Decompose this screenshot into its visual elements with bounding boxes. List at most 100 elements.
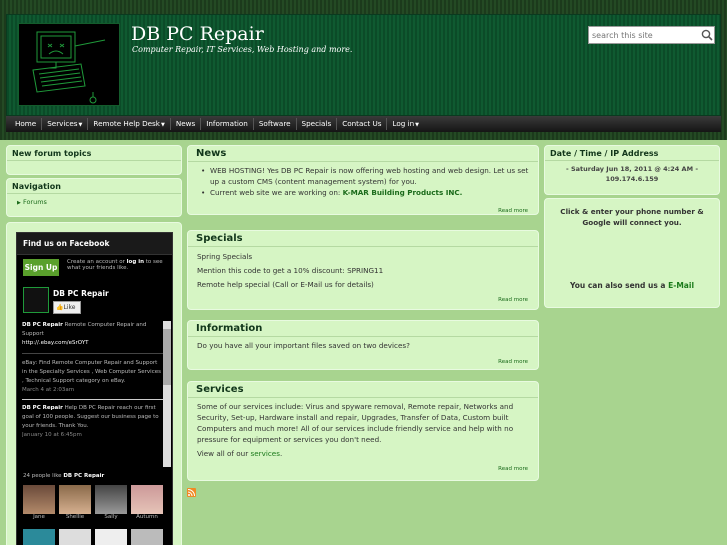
specials-line: Mention this code to get a 10% discount:… xyxy=(197,266,384,275)
news-block: News WEB HOSTING! Yes DB PC Repair is no… xyxy=(187,145,539,215)
specials-title[interactable]: Specials xyxy=(188,231,538,247)
site-title[interactable]: DB PC Repair xyxy=(131,23,264,45)
fan-face[interactable] xyxy=(95,529,127,545)
sad-computer-logo-icon xyxy=(19,24,119,105)
news-item: Current web site we are working on: K-MA… xyxy=(197,187,529,198)
arrow-right-icon: ▶ xyxy=(17,200,21,206)
likes-page-name: DB PC Repair xyxy=(63,473,105,479)
stream-post: eBay: Find Remote Computer Repair and Su… xyxy=(22,359,163,395)
post-text: eBay: Find Remote Computer Repair and Su… xyxy=(22,360,161,384)
facebook-stream-scrollbar[interactable] xyxy=(163,321,171,467)
fan-face[interactable] xyxy=(131,529,163,545)
news-title[interactable]: News xyxy=(188,146,538,162)
nav-label: Software xyxy=(258,119,291,128)
chevron-down-icon: ▼ xyxy=(78,122,83,128)
fan-face[interactable]: Autumn xyxy=(131,485,163,520)
forums-link[interactable]: ▶ Forums xyxy=(7,194,181,206)
nav-label: Information xyxy=(206,119,248,128)
nav-label: Log in xyxy=(392,119,415,128)
search-icon[interactable] xyxy=(700,28,714,42)
rss-icon xyxy=(187,489,195,497)
services-view-all: View all of our services. xyxy=(197,448,529,459)
nav-label: News xyxy=(175,119,196,128)
main-navigation: Home Services▼ Remote Help Desk▼ News In… xyxy=(6,116,721,132)
information-title[interactable]: Information xyxy=(188,321,538,337)
navigation-title: Navigation xyxy=(7,179,181,194)
contact-block: Click & enter your phone number & Google… xyxy=(544,198,720,308)
date-time-line: - Saturday Jun 18, 2011 @ 4:24 AM - xyxy=(565,165,699,173)
ip-address-line: 109.174.6.159 xyxy=(605,175,659,183)
fan-face[interactable]: Shellie xyxy=(59,485,91,520)
signup-text-2: to see xyxy=(145,259,163,265)
services-title[interactable]: Services xyxy=(188,382,538,398)
nav-label: Home xyxy=(15,119,37,128)
date-time-ip-value: - Saturday Jun 18, 2011 @ 4:24 AM - 109.… xyxy=(545,161,719,184)
search-input[interactable] xyxy=(592,28,700,42)
nav-item-remote-help-desk[interactable]: Remote Help Desk▼ xyxy=(88,118,171,130)
facebook-faces-row2 xyxy=(23,529,168,545)
facebook-login-link[interactable]: log in xyxy=(127,259,144,265)
post-link[interactable]: http://.ebay.com/eSrOYT xyxy=(22,340,89,346)
nav-item-news[interactable]: News xyxy=(171,118,202,130)
forum-topics-title: New forum topics xyxy=(7,146,181,161)
fan-face[interactable]: Jane xyxy=(23,485,55,520)
nav-item-home[interactable]: Home xyxy=(10,118,43,130)
rss-feed-icon[interactable] xyxy=(187,488,196,497)
nav-item-services[interactable]: Services▼ xyxy=(42,118,89,130)
fan-face[interactable]: Sally xyxy=(95,485,127,520)
nav-item-log-in[interactable]: Log in▼ xyxy=(387,118,424,130)
nav-item-software[interactable]: Software xyxy=(254,118,297,130)
specials-read-more-link[interactable]: Read more xyxy=(498,297,528,303)
fan-face[interactable] xyxy=(23,529,55,545)
nav-label: Specials xyxy=(301,119,332,128)
nav-item-contact-us[interactable]: Contact Us xyxy=(337,118,388,130)
facebook-page-name[interactable]: DB PC Repair xyxy=(53,289,109,298)
stream-post: DB PC Repair Help DB PC Repair reach our… xyxy=(22,404,163,440)
post-time: March 4 at 2:03am xyxy=(22,387,75,393)
site-logo[interactable] xyxy=(18,23,120,106)
chevron-down-icon: ▼ xyxy=(415,122,420,128)
likes-count-text: 24 people like xyxy=(23,473,62,479)
fan-name: Jane xyxy=(33,514,45,520)
phone-connect-text[interactable]: Click & enter your phone number & Google… xyxy=(545,199,719,235)
facebook-like-button[interactable]: 👍Like xyxy=(53,301,81,314)
fan-name: Sally xyxy=(104,514,118,520)
services-read-more-link[interactable]: Read more xyxy=(498,466,528,472)
specials-line: Spring Specials xyxy=(197,252,253,261)
view-all-period: . xyxy=(279,449,283,458)
information-line: Do you have all your important files sav… xyxy=(197,341,410,350)
email-link[interactable]: E-Mail xyxy=(668,281,694,290)
kmar-link[interactable]: K-MAR Building Products INC. xyxy=(343,188,463,197)
forum-topics-block: New forum topics xyxy=(6,145,182,175)
nav-item-information[interactable]: Information xyxy=(201,118,254,130)
facebook-stream: DB PC Repair Remote Computer Repair and … xyxy=(22,321,163,469)
services-body: Some of our services include: Virus and … xyxy=(188,398,538,459)
news-body: WEB HOSTING! Yes DB PC Repair is now off… xyxy=(188,162,538,198)
post-time: January 10 at 6:45pm xyxy=(22,432,82,438)
post-author[interactable]: DB PC Repair xyxy=(22,405,63,411)
news-read-more-link[interactable]: Read more xyxy=(498,208,528,214)
fan-face[interactable] xyxy=(59,529,91,545)
specials-line: Remote help special (Call or E-Mail us f… xyxy=(197,280,374,289)
services-link[interactable]: services xyxy=(250,449,280,458)
site-slogan: Computer Repair, IT Services, Web Hostin… xyxy=(132,45,353,54)
scrollbar-thumb[interactable] xyxy=(163,329,171,385)
post-author[interactable]: DB PC Repair xyxy=(22,322,63,328)
navigation-block: Navigation ▶ Forums xyxy=(6,178,182,217)
information-read-more-link[interactable]: Read more xyxy=(498,359,528,365)
facebook-signup-button[interactable]: Sign Up xyxy=(23,259,59,276)
specials-body: Spring Specials Mention this code to get… xyxy=(188,247,538,292)
facebook-faces: Jane Shellie Sally Autumn xyxy=(23,485,168,520)
facebook-like-box: Find us on Facebook Sign Up Create an ac… xyxy=(16,232,173,545)
facebook-page-avatar[interactable] xyxy=(23,287,49,313)
facebook-title: Find us on Facebook xyxy=(17,233,172,255)
chevron-down-icon: ▼ xyxy=(160,122,165,128)
services-text: Some of our services include: Virus and … xyxy=(197,402,514,444)
site-header: DB PC Repair Computer Repair, IT Service… xyxy=(6,14,721,116)
nav-item-specials[interactable]: Specials xyxy=(297,118,338,130)
stream-post: DB PC Repair Remote Computer Repair and … xyxy=(22,321,163,348)
services-block: Services Some of our services include: V… xyxy=(187,381,539,481)
signup-text-3: what your friends like. xyxy=(67,265,129,271)
news-item: WEB HOSTING! Yes DB PC Repair is now off… xyxy=(197,165,529,187)
view-all-text: View all of our xyxy=(197,449,249,458)
